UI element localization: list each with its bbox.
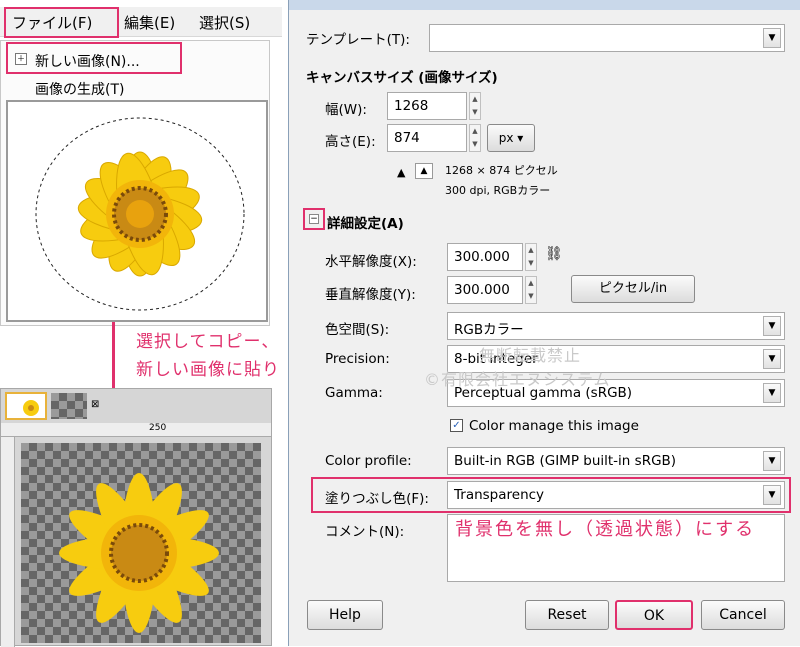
image-tab-flower[interactable] (5, 392, 47, 420)
menu-select[interactable]: 選択(S) (199, 12, 250, 33)
resolution-unit-select[interactable]: ピクセル/in (571, 275, 695, 303)
menu-item-create[interactable]: 画像の生成(T) (35, 79, 124, 99)
transparent-canvas (21, 443, 261, 643)
canvas-size-heading: キャンバスサイズ (画像サイズ) (306, 70, 498, 86)
flower-image (35, 117, 245, 311)
color-profile-select[interactable]: Built-in RGB (GIMP built-in sRGB) ▼ (447, 447, 785, 475)
template-label: テンプレート(T): (306, 32, 410, 48)
ok-button[interactable]: OK (615, 600, 693, 630)
x-resolution-label: 水平解像度(X): (325, 254, 417, 270)
dpi-info: 300 dpi, RGBカラー (445, 184, 551, 197)
fill-select[interactable]: Transparency ▼ (447, 481, 785, 509)
fill-label: 塗りつぶし色(F): (325, 491, 429, 507)
comment-label: コメント(N): (325, 524, 405, 540)
x-resolution-input[interactable]: 300.000 (447, 243, 523, 271)
dialog-titlebar (289, 0, 800, 10)
colorspace-label: 色空間(S): (325, 322, 390, 338)
reset-button[interactable]: Reset (525, 600, 609, 630)
image-tab-new[interactable] (51, 393, 87, 419)
file-menu-highlight (4, 7, 119, 38)
color-manage-label[interactable]: Color manage this image (469, 418, 639, 434)
width-label: 幅(W): (325, 102, 367, 118)
gamma-label: Gamma: (325, 385, 383, 401)
portrait-icon[interactable]: ▲ (397, 166, 405, 179)
flower-selection-preview (6, 100, 268, 322)
fill-annotation: 背景色を無し（透過状態）にする (455, 519, 756, 540)
chevron-down-icon[interactable]: ▼ (763, 316, 781, 336)
new-image-highlight (6, 42, 182, 74)
close-icon[interactable]: ⊠ (91, 399, 99, 410)
color-manage-checkbox[interactable]: ✓ (450, 419, 463, 432)
chevron-down-icon[interactable]: ▼ (763, 28, 781, 48)
pasted-flower-image (59, 473, 219, 633)
x-resolution-spinner[interactable]: ▲ ▼ (525, 243, 537, 271)
image-canvas-window: ⊠ 250 (0, 388, 272, 647)
width-spinner[interactable]: ▲ ▼ (469, 92, 481, 120)
chevron-down-icon[interactable]: ▼ (763, 383, 781, 403)
color-profile-label: Color profile: (325, 453, 412, 469)
flower-thumbnail-icon (23, 400, 39, 416)
advanced-heading[interactable]: 詳細設定(A) (327, 212, 404, 232)
watermark-text: 無断転載禁止 (479, 346, 582, 365)
chevron-down-icon[interactable]: ▼ (763, 485, 781, 505)
cancel-button[interactable]: Cancel (701, 600, 785, 630)
horizontal-ruler: 250 (1, 423, 271, 437)
height-input[interactable]: 874 (387, 124, 467, 152)
color-profile-value: Built-in RGB (GIMP built-in sRGB) (454, 453, 677, 469)
unit-value: px (498, 131, 514, 145)
height-label: 高さ(E): (325, 134, 376, 150)
menu-edit[interactable]: 編集(E) (124, 12, 175, 33)
colorspace-value: RGBカラー (454, 322, 524, 338)
chevron-down-icon[interactable]: ▼ (763, 349, 781, 369)
new-image-dialog: テンプレート(T): ▼ キャンバスサイズ (画像サイズ) 幅(W): 1268… (288, 0, 800, 646)
colorspace-select[interactable]: RGBカラー ▼ (447, 312, 785, 340)
y-resolution-input[interactable]: 300.000 (447, 276, 523, 304)
unit-select[interactable]: px ▾ (487, 124, 535, 152)
landscape-icon[interactable]: ▲ (415, 163, 433, 179)
vertical-ruler (1, 437, 15, 647)
y-resolution-spinner[interactable]: ▲ ▼ (525, 276, 537, 304)
chain-link-icon[interactable]: ⛓ (545, 246, 563, 262)
help-button[interactable]: Help (307, 600, 383, 630)
height-spinner[interactable]: ▲ ▼ (469, 124, 481, 152)
fill-value: Transparency (454, 487, 545, 503)
chevron-down-icon[interactable]: ▼ (763, 451, 781, 471)
precision-label: Precision: (325, 351, 390, 367)
size-info: 1268 × 874 ピクセル (445, 164, 558, 177)
y-resolution-label: 垂直解像度(Y): (325, 287, 416, 303)
collapse-icon[interactable]: − (309, 214, 319, 224)
watermark-copyright: ©有限会社エヌシステム (424, 370, 611, 389)
width-input[interactable]: 1268 (387, 92, 467, 120)
template-select[interactable]: ▼ (429, 24, 785, 52)
ruler-mark: 250 (149, 423, 167, 433)
